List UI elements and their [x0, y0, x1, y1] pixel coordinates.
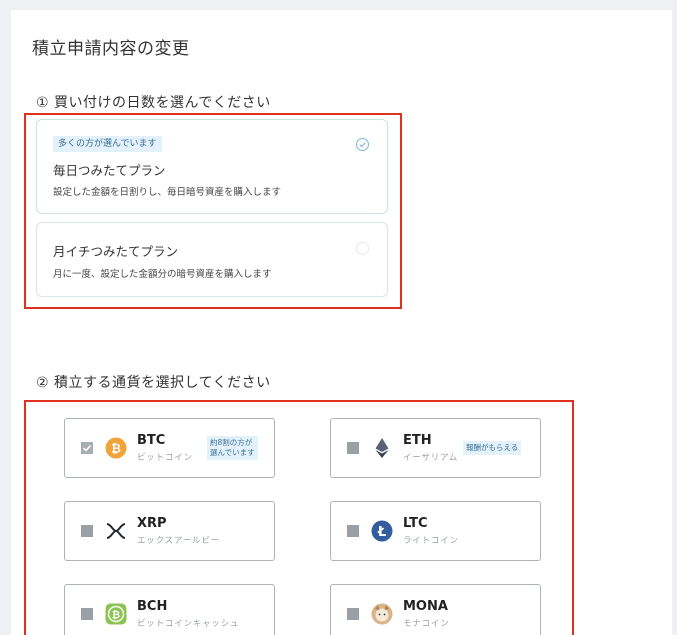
xrp-icon — [106, 523, 126, 539]
svg-text:Ł: Ł — [377, 525, 386, 540]
coin-symbol: ETH — [403, 433, 432, 448]
coin-symbol: LTC — [403, 516, 428, 531]
plan-monthly-description: 月に一度、設定した金額分の暗号資産を購入します — [53, 269, 272, 280]
coin-note-line2: 選んでいます — [210, 448, 255, 457]
step1-label: ① 買い付けの日数を選んでください — [36, 95, 271, 111]
monacoin-icon — [371, 603, 393, 625]
plan-monthly-title: 月イチつみたてプラン — [53, 244, 179, 259]
coin-option-btc[interactable]: ₿ BTC ビットコイン 約8割の方が 選んでいます — [64, 418, 275, 478]
bch-checkbox[interactable] — [81, 608, 93, 620]
coin-name: ビットコイン — [137, 453, 193, 463]
step2-label: ② 積立する通貨を選択してください — [36, 375, 271, 391]
coin-name: ビットコインキャッシュ — [137, 619, 240, 629]
coin-symbol: MONA — [403, 599, 448, 614]
coin-option-eth[interactable]: ETH イーサリアム 報酬がもらえる — [330, 418, 541, 478]
svg-text:₿: ₿ — [112, 609, 120, 621]
coin-note-badge: 約8割の方が 選んでいます — [207, 436, 258, 460]
check-icon — [359, 142, 366, 148]
bitcoin-cash-icon: ₿ — [105, 603, 127, 625]
coin-name: ライトコイン — [403, 536, 459, 546]
coin-option-mona[interactable]: MONA モナコイン — [330, 584, 541, 635]
plan-monthly-radio[interactable] — [356, 242, 369, 255]
ltc-checkbox[interactable] — [347, 525, 359, 537]
popular-badge: 多くの方が選んでいます — [53, 136, 162, 152]
plan-daily-title: 毎日つみたてプラン — [53, 163, 166, 178]
litecoin-icon: Ł — [371, 520, 393, 542]
plan-daily-description: 設定した金額を日割りし、毎日暗号資産を購入します — [53, 187, 282, 198]
mona-checkbox[interactable] — [347, 608, 359, 620]
eth-checkbox[interactable] — [347, 442, 359, 454]
coin-name: イーサリアム — [403, 453, 459, 463]
coin-option-ltc[interactable]: Ł LTC ライトコイン — [330, 501, 541, 561]
coin-symbol: BCH — [137, 599, 168, 614]
check-icon — [82, 444, 92, 452]
coin-note-line1: 約8割の方が — [210, 438, 253, 447]
coin-name: モナコイン — [403, 619, 450, 629]
coin-option-xrp[interactable]: XRP エックスアールピー — [64, 501, 275, 561]
plan-daily-radio[interactable] — [356, 138, 369, 151]
coin-note-badge: 報酬がもらえる — [463, 441, 522, 455]
coin-symbol: XRP — [137, 516, 167, 531]
coin-symbol: BTC — [137, 433, 166, 448]
ethereum-icon — [375, 438, 389, 458]
bitcoin-icon: ₿ — [105, 437, 127, 459]
xrp-checkbox[interactable] — [81, 525, 93, 537]
coin-name: エックスアールピー — [137, 536, 220, 546]
plan-daily[interactable]: 多くの方が選んでいます 毎日つみたてプラン 設定した金額を日割りし、毎日暗号資産… — [36, 119, 388, 214]
btc-checkbox[interactable] — [81, 442, 93, 454]
plan-monthly[interactable]: 月イチつみたてプラン 月に一度、設定した金額分の暗号資産を購入します — [36, 222, 388, 297]
coin-option-bch[interactable]: ₿ BCH ビットコインキャッシュ — [64, 584, 275, 635]
svg-text:₿: ₿ — [111, 442, 121, 456]
page-title: 積立申請内容の変更 — [32, 39, 190, 59]
